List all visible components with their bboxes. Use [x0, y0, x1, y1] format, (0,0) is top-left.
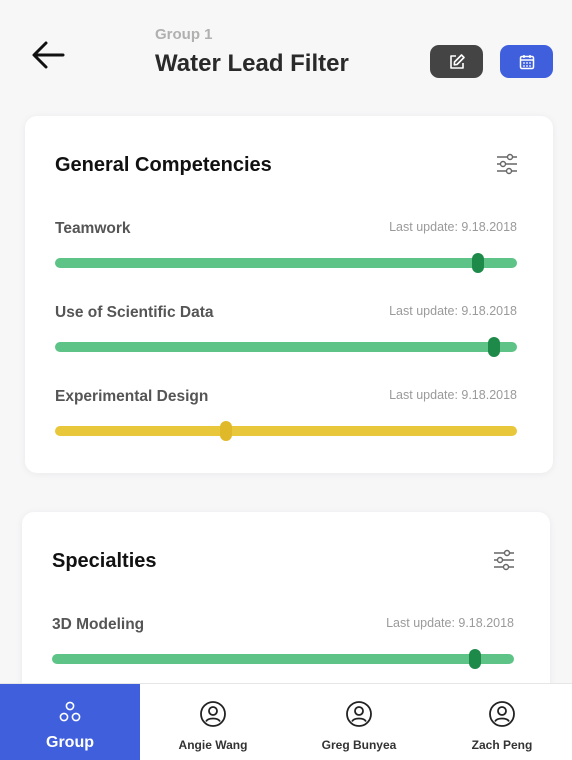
last-update: Last update: 9.18.2018 [389, 304, 517, 318]
slider-thumb[interactable] [219, 421, 232, 441]
last-update: Last update: 9.18.2018 [389, 220, 517, 234]
competency-name: Teamwork [55, 220, 131, 237]
slider-thumb[interactable] [487, 337, 500, 357]
calendar-button[interactable] [500, 45, 553, 78]
nav-item-group[interactable]: Group [0, 684, 140, 760]
competency-item: Teamwork Last update: 9.18.2018 [55, 220, 517, 280]
last-update: Last update: 9.18.2018 [386, 616, 514, 630]
user-icon [489, 701, 515, 727]
user-icon [200, 701, 226, 727]
nav-item-angie-wang[interactable]: Angie Wang [140, 684, 286, 760]
slider-thumb[interactable] [471, 253, 484, 273]
group-label: Group 1 [155, 26, 213, 43]
edit-button[interactable] [430, 45, 483, 78]
arrow-left-icon [32, 41, 65, 69]
specialty-name: 3D Modeling [52, 616, 145, 633]
competency-slider[interactable] [55, 337, 517, 357]
competency-item: Use of Scientific Data Last update: 9.18… [55, 304, 517, 364]
nav-label: Zach Peng [471, 738, 533, 752]
nav-item-zach-peng[interactable]: Zach Peng [432, 684, 572, 760]
specialty-slider[interactable] [52, 649, 514, 669]
group-icon [59, 701, 81, 722]
edit-icon [449, 53, 465, 69]
page-title: Water Lead Filter [155, 50, 349, 77]
last-update: Last update: 9.18.2018 [389, 388, 517, 402]
competency-name: Use of Scientific Data [55, 304, 214, 321]
bottom-nav: Group Angie Wang Greg Bunyea Zach Peng [0, 683, 572, 760]
header: Group 1 Water Lead Filter [0, 0, 572, 100]
specialty-item: 3D Modeling Last update: 9.18.2018 [52, 616, 514, 676]
user-icon [346, 701, 372, 727]
competency-name: Experimental Design [55, 388, 209, 405]
nav-label: Greg Bunyea [321, 738, 397, 752]
specialties-title: Specialties [52, 550, 157, 572]
calendar-icon [519, 54, 534, 69]
competency-item: Experimental Design Last update: 9.18.20… [55, 388, 517, 448]
general-competencies-card: General Competencies Teamwork Last updat… [25, 116, 553, 473]
nav-label: Group [46, 734, 94, 751]
filter-button[interactable] [495, 152, 519, 176]
general-competencies-title: General Competencies [55, 154, 272, 176]
slider-thumb[interactable] [468, 649, 481, 669]
back-button[interactable] [30, 40, 66, 70]
filter-button[interactable] [492, 548, 516, 572]
sliders-icon [497, 153, 517, 175]
specialties-card: Specialties 3D Modeling Last update: 9.1… [22, 512, 550, 712]
sliders-icon [494, 549, 514, 571]
nav-label: Angie Wang [178, 738, 248, 752]
competency-slider[interactable] [55, 253, 517, 273]
competency-slider[interactable] [55, 421, 517, 441]
nav-item-greg-bunyea[interactable]: Greg Bunyea [286, 684, 432, 760]
